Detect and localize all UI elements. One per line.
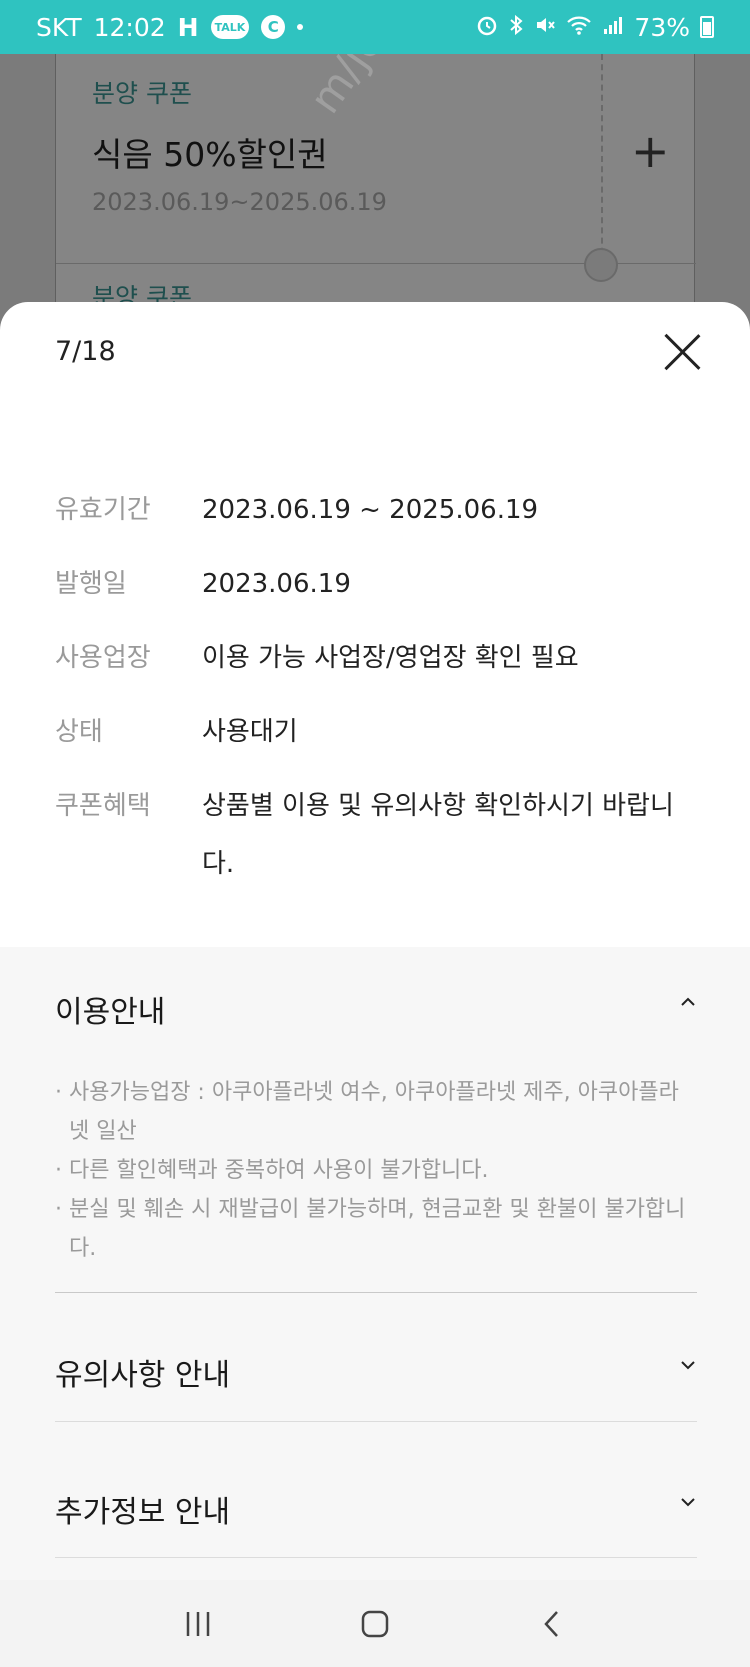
- clock: 12:02: [93, 12, 166, 42]
- detail-value: 이용 가능 사업장/영업장 확인 필요: [202, 643, 579, 673]
- detail-value: 2023.06.19: [202, 569, 351, 599]
- coupon-detail-sheet: 7/18 유효기간 2023.06.19 ~ 2025.06.19 발행일 20…: [0, 302, 750, 1667]
- info-sections: 이용안내 사용가능업장 : 아쿠아플라넷 여수, 아쿠아플라넷 제주, 아쿠아플…: [0, 947, 750, 1667]
- signal-icon: [602, 13, 624, 42]
- recent-apps-icon[interactable]: [178, 1604, 218, 1644]
- section-title: 유의사항 안내: [55, 1358, 231, 1393]
- section-title: 이용안내: [55, 995, 166, 1030]
- network-type: H: [177, 12, 199, 42]
- notice-item: 분실 및 훼손 시 재발급이 불가능하며, 현금교환 및 환불이 불가합니다.: [55, 1190, 697, 1268]
- system-nav-bar: [0, 1580, 750, 1667]
- detail-row: 유효기간 2023.06.19 ~ 2025.06.19: [55, 492, 705, 528]
- coupon-type: 분양 쿠폰: [92, 79, 192, 108]
- extra-info-section-header[interactable]: 추가정보 안내: [55, 1487, 697, 1531]
- c-notification-icon: C: [261, 15, 286, 39]
- detail-value: 2023.06.19 ~ 2025.06.19: [202, 495, 539, 525]
- chevron-down-icon[interactable]: [679, 1493, 697, 1511]
- page-counter: 7/18: [55, 336, 116, 367]
- close-icon[interactable]: [662, 332, 702, 372]
- coupon-name: 식음 50%할인권: [92, 135, 328, 174]
- talk-notification-icon: TALK: [210, 15, 250, 39]
- notice-item: 사용가능업장 : 아쿠아플라넷 여수, 아쿠아플라넷 제주, 아쿠아플라넷 일산: [55, 1073, 697, 1151]
- detail-row: 발행일 2023.06.19: [55, 566, 705, 602]
- detail-label: 사용업장: [55, 643, 151, 673]
- back-icon[interactable]: [532, 1604, 572, 1644]
- wifi-icon: [566, 13, 592, 42]
- detail-value: 사용대기: [202, 717, 298, 747]
- chevron-up-icon[interactable]: [679, 993, 697, 1011]
- detail-label: 유효기간: [55, 495, 151, 525]
- coupon-details: 유효기간 2023.06.19 ~ 2025.06.19 발행일 2023.06…: [55, 492, 705, 931]
- coupon-card[interactable]: 분양 쿠폰 식음 50%할인권 2023.06.19~2025.06.19 + …: [55, 54, 696, 334]
- usage-section-header[interactable]: 이용안내: [55, 987, 697, 1031]
- caution-section-header[interactable]: 유의사항 안내: [55, 1350, 697, 1394]
- usage-notice: 사용가능업장 : 아쿠아플라넷 여수, 아쿠아플라넷 제주, 아쿠아플라넷 일산…: [55, 1073, 697, 1268]
- alarm-icon: [476, 13, 498, 42]
- detail-label: 발행일: [55, 569, 127, 599]
- chevron-down-icon[interactable]: [679, 1356, 697, 1374]
- detail-label: 쿠폰혜택: [55, 791, 151, 821]
- detail-value: 상품별 이용 및 유의사항 확인하시기 바랍니다.: [202, 791, 674, 879]
- detail-row: 쿠폰혜택 상품별 이용 및 유의사항 확인하시기 바랍니다.: [55, 788, 705, 893]
- battery-level: 73%: [634, 12, 690, 42]
- notice-item: 다른 할인혜택과 중복하여 사용이 불가합니다.: [55, 1151, 697, 1190]
- carrier-label: SKT: [36, 12, 82, 42]
- coupon-divider: [601, 54, 603, 264]
- detail-label: 상태: [55, 717, 103, 747]
- detail-row: 상태 사용대기: [55, 714, 705, 750]
- section-divider: [55, 1292, 697, 1293]
- plus-icon[interactable]: +: [631, 124, 670, 178]
- section-divider: [55, 1421, 697, 1422]
- coupon-list-backdrop[interactable]: 분양 쿠폰 식음 50%할인권 2023.06.19~2025.06.19 + …: [0, 54, 750, 334]
- section-divider: [55, 1557, 697, 1558]
- home-icon[interactable]: [355, 1604, 395, 1644]
- status-bar: SKT 12:02 H TALK C 73%: [0, 0, 750, 54]
- coupon-notch: [584, 248, 618, 282]
- more-notifications-icon: [297, 24, 304, 30]
- coupon-period: 2023.06.19~2025.06.19: [92, 188, 387, 216]
- detail-row: 사용업장 이용 가능 사업장/영업장 확인 필요: [55, 640, 705, 676]
- bluetooth-icon: [508, 13, 524, 42]
- battery-icon: [700, 16, 714, 38]
- mute-icon: [534, 13, 556, 42]
- section-title: 추가정보 안내: [55, 1495, 231, 1530]
